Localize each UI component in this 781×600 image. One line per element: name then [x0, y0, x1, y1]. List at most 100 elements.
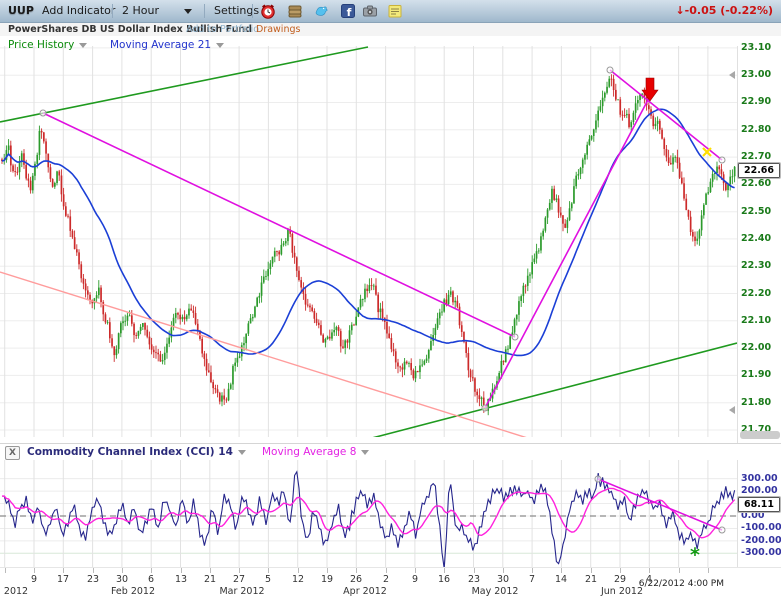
drawings-menu[interactable]: Drawings: [256, 24, 300, 35]
time-axis-day-label: 26: [343, 574, 369, 585]
price-axis-label: 22.70: [741, 151, 781, 162]
price-axis-label: 21.80: [741, 397, 781, 408]
time-axis-day-label: 30: [490, 574, 516, 585]
add-indicator-button[interactable]: Add Indicator: [42, 4, 115, 17]
charting-app: UUP Add Indicator 2 Hour Settings f: [0, 0, 781, 600]
scrollbar-stub[interactable]: [740, 431, 780, 439]
svg-text:f: f: [347, 6, 352, 19]
time-axis-month-label: 2012: [0, 586, 51, 597]
time-axis-tick: [444, 568, 445, 573]
time-axis-day-label: 21: [197, 574, 223, 585]
time-axis-tick: [34, 568, 35, 573]
interval-select[interactable]: 2 Hour: [122, 4, 159, 17]
interval-dropdown-icon[interactable]: [184, 9, 192, 14]
price-axis-label: 22.90: [741, 96, 781, 107]
time-axis-tick: [210, 568, 211, 573]
time-axis-day-label: 14: [548, 574, 574, 585]
price-axis-label: 22.00: [741, 342, 781, 353]
close-indicator-button[interactable]: X: [5, 446, 20, 460]
time-axis-day-label: 6: [138, 574, 164, 585]
time-axis-tick: [679, 568, 680, 573]
last-price-box: 22.66: [738, 163, 780, 178]
price-chart[interactable]: [0, 46, 737, 437]
time-axis-day-label: 17: [50, 574, 76, 585]
time-axis-tick: [5, 568, 6, 573]
price-axis-label: 22.60: [741, 178, 781, 189]
time-axis: 9172330613212751219262916233071421294201…: [0, 567, 781, 600]
time-axis-day-label: 29: [607, 574, 633, 585]
ma21-menu[interactable]: Moving Average 21: [110, 39, 224, 51]
database-icon[interactable]: [287, 3, 303, 19]
time-axis-day-label: 16: [431, 574, 457, 585]
time-axis-day-label: 30: [109, 574, 135, 585]
price-axis-label: 23.00: [741, 69, 781, 80]
facebook-icon[interactable]: f: [340, 3, 356, 19]
cci-ma8-menu[interactable]: Moving Average 8: [262, 446, 369, 458]
time-axis-day-label: 9: [402, 574, 428, 585]
time-axis-day-label: 21: [578, 574, 604, 585]
time-axis-month-label: May 2012: [460, 586, 530, 597]
time-axis-month-label: Mar 2012: [207, 586, 277, 597]
time-axis-tick: [327, 568, 328, 573]
price-axis-label: 22.20: [741, 288, 781, 299]
time-axis-tick: [93, 568, 94, 573]
time-axis-day-label: 12: [285, 574, 311, 585]
svg-text:*: *: [690, 544, 700, 566]
time-axis-tick: [239, 568, 240, 573]
time-axis-month-label: Apr 2012: [330, 586, 400, 597]
time-axis-tick: [532, 568, 533, 573]
time-axis-month-label: Feb 2012: [98, 586, 168, 597]
symbol-label[interactable]: UUP: [8, 4, 34, 17]
time-axis-day-label: 27: [226, 574, 252, 585]
time-axis-tick: [386, 568, 387, 573]
time-axis-tick: [708, 568, 709, 573]
price-axis-label: 22.40: [741, 233, 781, 244]
time-axis-tick: [63, 568, 64, 573]
cci-axis-label: 300.00: [741, 473, 781, 484]
twitter-icon[interactable]: [314, 3, 330, 19]
last-bar-timestamp: 6/22/2012 4:00 PM: [638, 579, 724, 589]
time-axis-day-label: 23: [461, 574, 487, 585]
chevron-down-icon: [361, 450, 369, 455]
time-axis-day-label: 5: [255, 574, 281, 585]
time-axis-day-label: 23: [80, 574, 106, 585]
alarm-icon[interactable]: [260, 3, 276, 19]
time-axis-day-label: 9: [21, 574, 47, 585]
cci-axis-label: 200.00: [741, 485, 781, 496]
time-axis-day-label: 13: [168, 574, 194, 585]
time-axis-day-label: 7: [519, 574, 545, 585]
price-axis-label: 22.10: [741, 315, 781, 326]
down-arrow-icon: ↓: [675, 4, 684, 17]
time-axis-tick: [591, 568, 592, 573]
toolbar-separator: [204, 4, 205, 18]
cci-chart[interactable]: *: [0, 459, 737, 567]
notes-icon[interactable]: [387, 3, 403, 19]
time-axis-tick: [151, 568, 152, 573]
camera-icon[interactable]: [362, 3, 378, 19]
cci-menu[interactable]: Commodity Channel Index (CCI) 14: [27, 446, 246, 458]
toolbar-separator: [112, 4, 113, 18]
price-axis-label: 23.10: [741, 42, 781, 53]
price-axis-label: 22.80: [741, 124, 781, 135]
time-axis-tick: [415, 568, 416, 573]
toolbar-separator: [252, 4, 253, 18]
time-axis-tick: [298, 568, 299, 573]
time-axis-tick: [561, 568, 562, 573]
time-axis-tick: [474, 568, 475, 573]
time-axis-day-label: 2: [373, 574, 399, 585]
change-text: -0.05 (-0.22%): [685, 4, 773, 17]
toolbar: UUP Add Indicator 2 Hour Settings f: [0, 0, 781, 23]
cci-axis-label: -200.00: [741, 535, 781, 546]
add-to-portfolio-link[interactable]: Add to Portfolio: [186, 24, 259, 35]
axis-marker-arrow-icon: [729, 71, 735, 79]
price-history-menu[interactable]: Price History: [8, 39, 87, 51]
cci-axis-label: -300.00: [741, 547, 781, 558]
price-axis-label: 22.30: [741, 260, 781, 271]
time-axis-tick: [122, 568, 123, 573]
axis-marker-arrow-icon: [729, 406, 735, 414]
cci-panel-header: X Commodity Channel Index (CCI) 14 Movin…: [0, 443, 781, 460]
chevron-down-icon: [238, 450, 246, 455]
chevron-down-icon: [216, 43, 224, 48]
time-axis-tick: [181, 568, 182, 573]
time-axis-tick: [356, 568, 357, 573]
